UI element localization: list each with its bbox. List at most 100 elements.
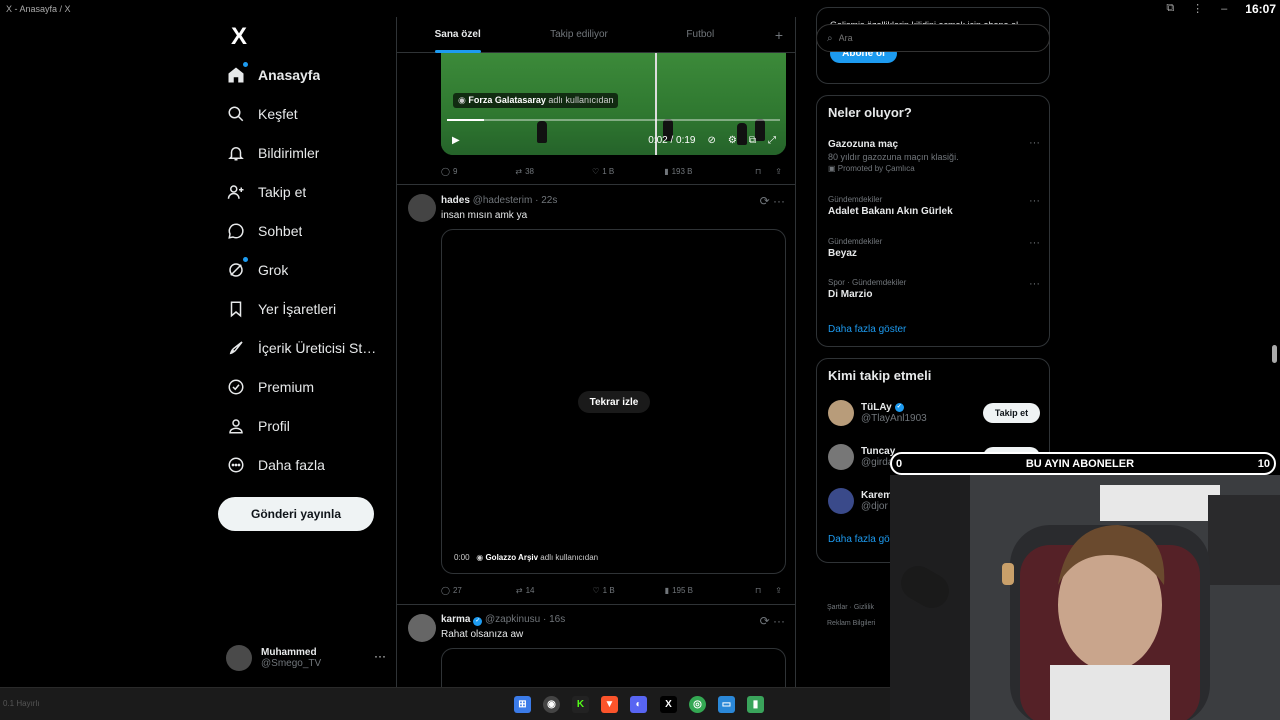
mute-icon[interactable]: ⊘ <box>708 135 716 146</box>
post-button[interactable]: Gönderi yayınla <box>218 497 374 531</box>
nav-label: Grok <box>258 262 289 278</box>
more-icon[interactable]: ··· <box>374 649 386 663</box>
trend-more-icon[interactable]: ··· <box>1029 195 1040 207</box>
reply-button[interactable]: ◯ 27 <box>441 586 462 595</box>
nav-creator-studio[interactable]: İçerik Üreticisi Stü... <box>218 331 396 365</box>
trend-item[interactable]: Gazozuna maç 80 yıldır gazozuna maçın kl… <box>828 137 1040 173</box>
fullscreen-icon[interactable]: ⤢ <box>768 135 776 146</box>
video-credit[interactable]: ◉ Forza Galatasaray adlı kullanıcıdan <box>453 93 619 108</box>
repost-count: 14 <box>525 585 535 595</box>
video-player[interactable]: Tekrar izle 0:00 ◉ Golazzo Arşiv adlı ku… <box>441 229 786 574</box>
scrollbar[interactable] <box>1272 345 1277 363</box>
nav-bookmarks[interactable]: Yer İşaretleri <box>218 292 396 326</box>
repost-button[interactable]: ⇄ 38 <box>515 167 534 176</box>
obs-icon[interactable]: ◉ <box>543 696 560 713</box>
follow-button[interactable]: Takip et <box>983 403 1040 423</box>
reply-count: 9 <box>452 166 458 176</box>
post-text: insan mısın amk ya <box>441 210 528 221</box>
nav-chat[interactable]: Sohbet <box>218 214 396 248</box>
footer-link[interactable]: Reklam Bilgileri <box>827 616 875 632</box>
browser-titlebar: X - Anasayfa / X ⧉ ⋮ – 16:07 <box>0 0 1280 17</box>
bookmark-button[interactable]: ⊓ <box>755 167 761 176</box>
user-handle: @TlayAnl1903 <box>861 413 927 424</box>
views-button[interactable]: ▮ 193 B <box>664 167 692 176</box>
app-icon[interactable]: ▮ <box>747 696 764 713</box>
tab-following[interactable]: Takip ediliyor <box>518 17 639 53</box>
avatar[interactable] <box>408 194 436 222</box>
nav-premium[interactable]: Premium <box>218 370 396 404</box>
search-input[interactable] <box>838 33 1029 43</box>
windows-start-icon[interactable]: ⊞ <box>514 696 531 713</box>
trend-item[interactable]: Gündemdekiler Beyaz ··· <box>828 237 1040 259</box>
views-button[interactable]: ▮ 195 B <box>665 586 693 595</box>
goal-title: BU AYIN ABONELER <box>1025 457 1135 470</box>
post-author[interactable]: karma <box>441 614 470 625</box>
show-more-link[interactable]: Daha fazla göster <box>828 324 906 335</box>
like-button[interactable]: ♡ 1 B <box>592 167 614 176</box>
video-player[interactable]: ◉ Forza Galatasaray adlı kullanıcıdan ▶ … <box>441 53 786 155</box>
trend-more-icon[interactable]: ··· <box>1029 237 1040 249</box>
nav-profile[interactable]: Profil <box>218 409 396 443</box>
tab-for-you[interactable]: Sana özel <box>397 17 518 53</box>
bookmark-button[interactable]: ⊓ <box>755 586 761 595</box>
trend-item[interactable]: Spor · Gündemdekiler Di Marzio ··· <box>828 278 1040 300</box>
x-logo[interactable]: X <box>224 23 254 53</box>
nav-notifications[interactable]: Bildirimler <box>218 136 396 170</box>
trend-more-icon[interactable]: ··· <box>1029 278 1040 290</box>
extensions-icon[interactable]: ⧉ <box>1166 2 1174 15</box>
reply-button[interactable]: ◯ 9 <box>441 167 457 176</box>
add-tab-button[interactable]: + <box>761 17 795 53</box>
share-icon[interactable]: ⇪ <box>775 167 782 176</box>
video-player[interactable] <box>441 648 786 687</box>
home-icon <box>226 62 248 85</box>
post-author[interactable]: hades <box>441 195 470 206</box>
tab-football[interactable]: Futbol <box>640 17 761 53</box>
video-progress[interactable] <box>447 119 780 121</box>
kick-icon[interactable]: K <box>572 696 589 713</box>
webcam-feed <box>890 475 1280 720</box>
person-add-icon <box>226 182 246 202</box>
nav-label: Premium <box>258 379 315 395</box>
x-app-icon[interactable]: X <box>660 696 677 713</box>
feed-tabs: Sana özel Takip ediliyor Futbol + <box>397 17 795 53</box>
nav-grok[interactable]: Grok <box>218 253 396 287</box>
views-icon: ▮ <box>664 166 669 176</box>
repost-icon: ⇄ <box>515 585 523 595</box>
pip-icon[interactable]: ⧉ <box>749 135 756 146</box>
avatar[interactable] <box>408 614 436 642</box>
menu-dots-icon[interactable]: ⋮ <box>1192 2 1203 15</box>
post-more-icon[interactable]: ⟳ ··· <box>760 614 785 628</box>
like-button[interactable]: ♡ 1 B <box>592 586 614 595</box>
nav-more[interactable]: Daha fazla <box>218 448 396 482</box>
app-icon[interactable]: ▭ <box>718 696 735 713</box>
footer-link[interactable]: Şartlar · Gizlilik <box>827 600 875 616</box>
post-handle[interactable]: @hadesterim <box>473 195 533 206</box>
post-handle[interactable]: @zapkinusu <box>485 614 540 625</box>
share-icon[interactable]: ⇪ <box>775 586 782 595</box>
search-bar[interactable]: ⌕ <box>816 24 1050 52</box>
replay-button[interactable]: Tekrar izle <box>578 391 650 413</box>
nav-explore[interactable]: Keşfet <box>218 97 396 131</box>
user-handle: @djor <box>861 501 888 512</box>
show-more-link[interactable]: Daha fazla gö <box>828 534 890 545</box>
discord-icon[interactable]: ◐ <box>630 696 647 713</box>
verified-badge-icon: ✓ <box>473 617 483 626</box>
play-icon[interactable]: ▶ <box>452 135 460 146</box>
main-feed: Sana özel Takip ediliyor Futbol + ◉ Forz… <box>396 17 796 687</box>
settings-icon[interactable]: ⚙ <box>728 135 737 146</box>
trend-more-icon[interactable]: ··· <box>1029 137 1040 149</box>
post-actions: ◯ 27 ⇄ 14 ♡ 1 B ▮ 195 B ⊓ ⇪ <box>441 582 786 598</box>
account-switcher[interactable]: Muhammed @Smego_TV ··· <box>226 641 386 675</box>
suggested-user[interactable]: TüLAy ✓ @TlayAnl1903 Takip et <box>828 397 1040 429</box>
user-name: TüLAy <box>861 402 892 413</box>
trend-item[interactable]: Gündemdekiler Adalet Bakanı Akın Gürlek … <box>828 195 1040 217</box>
chrome-icon[interactable]: ◎ <box>689 696 706 713</box>
post-more-icon[interactable]: ⟳ ··· <box>760 194 785 208</box>
credit-user[interactable]: Golazzo Arşiv <box>485 553 538 562</box>
repost-button[interactable]: ⇄ 14 <box>516 586 535 595</box>
brave-icon[interactable]: ▼ <box>601 696 618 713</box>
minimize-icon[interactable]: – <box>1221 3 1227 15</box>
goal-start: 0 <box>896 457 903 470</box>
nav-home[interactable]: Anasayfa <box>218 58 396 92</box>
nav-follow[interactable]: Takip et <box>218 175 396 209</box>
